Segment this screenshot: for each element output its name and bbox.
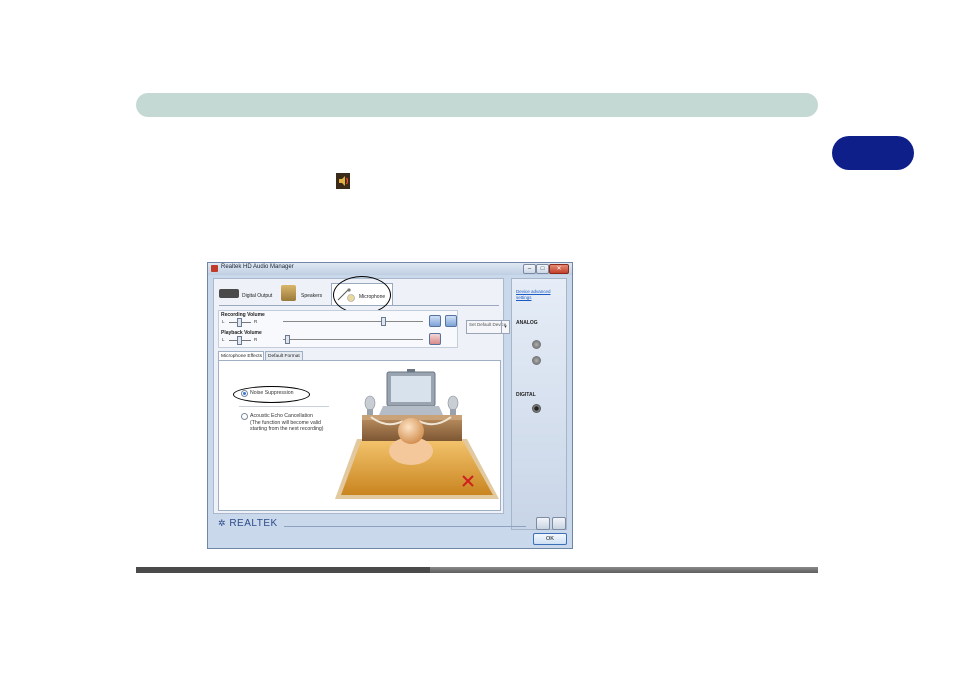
playback-left-label: L [222,337,225,342]
maximize-button[interactable]: □ [536,264,549,274]
tab-speakers-label: Speakers [301,293,323,299]
tab-digital-output[interactable]: Digital Output [219,285,277,305]
chapter-tab [832,136,914,170]
device-panel: Digital Output Speakers Microphone Recor… [213,276,510,514]
minimize-button[interactable]: – [523,264,536,274]
recording-volume-track [283,321,423,322]
recording-mute-button[interactable] [429,315,441,327]
window-title: Realtek HD Audio Manager [221,264,294,270]
speakers-icon [281,285,296,301]
footer-divider [284,526,526,527]
conference-scene-illustration [335,369,499,499]
realtek-crab-icon: ✲ [218,518,227,528]
option-divider [239,406,329,407]
playback-balance-slider[interactable] [237,336,242,345]
ok-button[interactable]: OK [533,533,567,545]
microphone-tab-callout [333,276,391,314]
playback-right-label: R [254,337,258,342]
recording-boost-button[interactable] [445,315,457,327]
tab-speakers[interactable]: Speakers [281,285,325,305]
playback-volume-slider[interactable] [285,335,290,344]
analog-header: ANALOG [516,320,538,326]
tab-microphone-effects[interactable]: Microphone Effects [218,351,264,360]
echo-cancellation-note: (The function will become valid starting… [250,419,324,433]
window-titlebar: Realtek HD Audio Manager – □ ✕ [208,263,572,275]
set-default-device-dropdown[interactable]: Set Default Device ▾ [466,320,510,334]
echo-cancellation-radio[interactable] [241,413,248,420]
recording-volume-slider[interactable] [381,317,386,326]
tab-digital-output-label: Digital Output [242,293,273,299]
realtek-window: Realtek HD Audio Manager – □ ✕ Digital O… [207,262,573,549]
speaker-volume-icon [336,173,350,189]
device-advanced-settings-link[interactable]: Device advanced settings [516,289,566,300]
realtek-logo: ✲ REALTEK [218,518,278,529]
connector-panel: Device advanced settings ANALOG DIGITAL [511,278,567,530]
playback-volume-track [283,339,423,340]
recording-left-label: L [222,319,225,324]
microphone-effects-panel: Noise Suppression Acoustic Echo Cancella… [218,360,501,511]
realtek-brand-text: REALTEK [229,518,278,529]
volume-controls: Recording Volume L R Playback Volume L R [218,310,458,348]
info-button[interactable] [552,517,566,530]
recording-balance-slider[interactable] [237,318,242,327]
bottom-rule-highlight [136,567,430,573]
tab-default-format[interactable]: Default Format [265,351,303,360]
digital-header: DIGITAL [516,392,536,398]
analog-jack-1[interactable] [532,340,541,349]
digital-jack[interactable] [532,404,541,413]
display-settings-button[interactable] [536,517,550,530]
chapter-header-bar [136,93,818,117]
playback-mute-button[interactable] [429,333,441,345]
analog-jack-2[interactable] [532,356,541,365]
digital-output-icon [219,289,239,298]
recording-right-label: R [254,319,258,324]
realtek-app-icon [211,265,218,272]
chevron-down-icon: ▾ [501,321,509,333]
bottom-rule [136,567,818,573]
close-button[interactable]: ✕ [549,264,569,274]
recording-volume-label: Recording Volume [221,312,265,318]
noise-suppression-callout [233,386,310,403]
